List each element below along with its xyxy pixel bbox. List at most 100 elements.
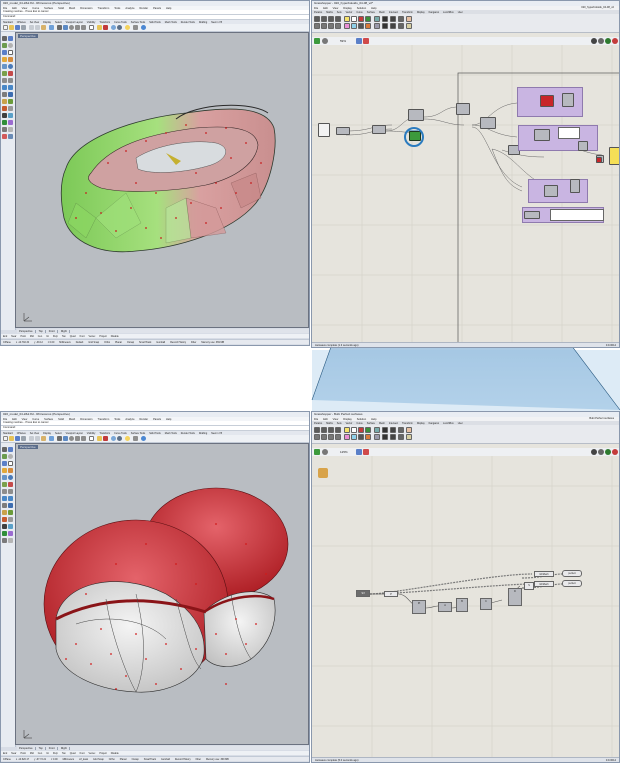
osnap-tan[interactable]: Tan <box>62 335 66 338</box>
status-ortho[interactable]: Ortho <box>109 758 115 761</box>
open-file-icon[interactable] <box>9 25 14 30</box>
gh-component-c[interactable]: C <box>480 598 492 610</box>
gh-canvas[interactable] <box>312 45 619 342</box>
options-icon[interactable] <box>133 25 138 30</box>
status-osnap[interactable]: Osnap <box>127 341 134 344</box>
open-file-icon[interactable] <box>9 436 14 441</box>
preview-icon[interactable] <box>612 38 618 44</box>
sphere-tool-icon[interactable] <box>8 64 13 69</box>
osnap-tan[interactable]: Tan <box>62 752 66 755</box>
rotate-view-icon[interactable] <box>63 25 68 30</box>
cluster-icon[interactable] <box>390 23 396 29</box>
gh-yellow-panel[interactable] <box>609 147 619 165</box>
osnap-point[interactable]: Point <box>20 752 25 755</box>
param-curve-icon[interactable] <box>328 427 334 433</box>
bake-icon[interactable] <box>406 434 412 440</box>
preview-shaded-icon[interactable] <box>605 38 611 44</box>
scale-tool-icon[interactable] <box>8 85 13 90</box>
gh-bake-perfect[interactable]: perfect <box>562 570 582 577</box>
camera-tool-icon[interactable] <box>2 538 7 543</box>
boolean-tool-icon[interactable] <box>8 71 13 76</box>
polyline-tool-icon[interactable] <box>8 36 13 41</box>
param-boolean-icon[interactable] <box>328 23 334 29</box>
osnap-quad[interactable]: Quad <box>70 752 76 755</box>
copy-tool-icon[interactable] <box>8 78 13 83</box>
join-tool-icon[interactable] <box>8 510 13 515</box>
status-filter[interactable]: Filter <box>191 341 196 344</box>
new-file-icon[interactable] <box>3 25 8 30</box>
properties-icon[interactable] <box>103 436 108 441</box>
canvas-zoom-level[interactable]: 59% <box>340 37 346 45</box>
viewport-tab-front[interactable]: Front <box>46 330 58 333</box>
data-dam-icon[interactable] <box>374 427 380 433</box>
polyline-tool-icon[interactable] <box>8 447 13 452</box>
status-planar[interactable]: Planar <box>120 758 127 761</box>
layer-icon[interactable] <box>97 25 102 30</box>
fab-icon[interactable] <box>398 23 404 29</box>
gh-component[interactable] <box>524 211 540 219</box>
eye-icon[interactable] <box>406 16 412 22</box>
grasshopper-launch-icon[interactable] <box>2 531 7 536</box>
properties-icon[interactable] <box>103 25 108 30</box>
gradient-icon[interactable] <box>351 23 357 29</box>
analyze-tool-icon[interactable] <box>8 113 13 118</box>
shaded-icon[interactable] <box>117 436 122 441</box>
zoom-extents-icon[interactable] <box>75 436 80 441</box>
osnap-perp[interactable]: Perp <box>53 752 58 755</box>
param-geometry-icon[interactable] <box>314 427 320 433</box>
script-tool-icon[interactable] <box>8 531 13 536</box>
rotate-tool-icon[interactable] <box>2 85 7 90</box>
group-icon[interactable] <box>390 427 396 433</box>
viewport-tab-perspective[interactable]: Perspective <box>17 747 36 750</box>
status-osnap[interactable]: Osnap <box>132 758 139 761</box>
analyze-tool-icon[interactable] <box>8 524 13 529</box>
osnap-disable[interactable]: Disable <box>111 335 119 338</box>
preview-off-icon[interactable] <box>591 449 597 455</box>
rotate-view-icon[interactable] <box>63 436 68 441</box>
surface-tool-icon[interactable] <box>2 57 7 62</box>
viewport-tab-top[interactable]: Top <box>36 747 46 750</box>
toggle-icon[interactable] <box>358 427 364 433</box>
curve-tool-icon[interactable] <box>2 43 7 48</box>
osnap-vertex[interactable]: Vertex <box>89 335 96 338</box>
param-number-icon[interactable] <box>314 23 320 29</box>
curve-tool-icon[interactable] <box>2 454 7 459</box>
zoom-icon[interactable] <box>69 436 74 441</box>
gh-component-a[interactable]: A <box>438 602 452 612</box>
gh-bake-perfect[interactable]: perfect <box>562 580 582 587</box>
osnap-cen[interactable]: Cen <box>38 752 42 755</box>
gh-panel-white[interactable] <box>550 209 604 221</box>
param-text-icon[interactable] <box>335 23 341 29</box>
viewport-tab-top[interactable]: Top <box>36 330 46 333</box>
copy-icon[interactable] <box>35 25 40 30</box>
osnap-int[interactable]: Int <box>46 335 49 338</box>
osnap-point[interactable]: Point <box>20 335 25 338</box>
param-integer-icon[interactable] <box>321 23 327 29</box>
toggle-icon[interactable] <box>358 16 364 22</box>
point-tool-icon[interactable] <box>2 447 7 452</box>
text-tool-icon[interactable] <box>2 524 7 529</box>
gh-canvas[interactable]: Srf P Pt A B C D S GFMesh GFMesh perfect… <box>312 456 619 757</box>
osnap-vertex[interactable]: Vertex <box>89 752 96 755</box>
rectangle-tool-icon[interactable] <box>8 461 13 466</box>
osnap-knot[interactable]: Knot <box>80 752 85 755</box>
param-point-icon[interactable] <box>321 16 327 22</box>
status-grid-snap[interactable]: Grid Snap <box>93 758 104 761</box>
explode-tool-icon[interactable] <box>2 106 7 111</box>
trim-tool-icon[interactable] <box>2 510 7 515</box>
shaded-icon[interactable] <box>117 25 122 30</box>
osnap-quad[interactable]: Quad <box>70 335 76 338</box>
save-file-icon[interactable] <box>15 436 20 441</box>
button-icon[interactable] <box>365 427 371 433</box>
paste-icon[interactable] <box>41 436 46 441</box>
grid-tool-icon[interactable] <box>8 538 13 543</box>
param-boolean-icon[interactable] <box>328 434 334 440</box>
cut-icon[interactable] <box>29 436 34 441</box>
param-surface-icon[interactable] <box>335 427 341 433</box>
status-filter[interactable]: Filter <box>196 758 201 761</box>
gh-param-gfmesh[interactable]: GFMesh <box>534 571 554 577</box>
gh-param-gfmesh[interactable]: GFMesh <box>534 581 554 587</box>
camera-tool-icon[interactable] <box>2 127 7 132</box>
copy-icon[interactable] <box>35 436 40 441</box>
osnap-project[interactable]: Project <box>99 752 106 755</box>
